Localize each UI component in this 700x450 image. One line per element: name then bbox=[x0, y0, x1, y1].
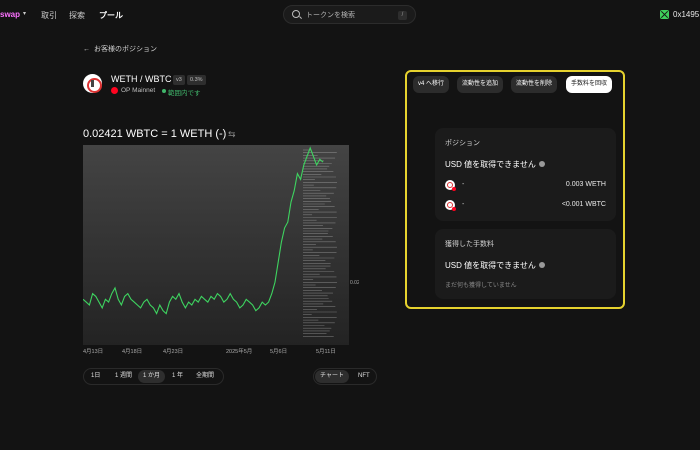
x-tick-label: 5月11日 bbox=[316, 349, 336, 355]
network-label: OP Mainnet bbox=[121, 87, 156, 94]
chart-view-button[interactable]: チャート bbox=[315, 370, 349, 383]
brand-logo[interactable]: swap bbox=[0, 10, 20, 19]
x-tick-label: 2025年5月 bbox=[226, 349, 253, 355]
remove-liquidity-button[interactable]: 流動性を削除 bbox=[511, 76, 558, 93]
price-text: 0.02421 WBTC = 1 WETH bbox=[83, 128, 213, 140]
fee-badge: 0.3% bbox=[187, 75, 206, 85]
wallet-avatar-icon[interactable] bbox=[660, 10, 669, 19]
pool-pair-title: WETH / WBTC bbox=[111, 74, 172, 84]
nav-pool[interactable]: プール bbox=[99, 10, 123, 21]
migrate-v4-button[interactable]: v4 へ移行 bbox=[413, 76, 450, 93]
wallet-address[interactable]: 0x1495... bbox=[673, 10, 700, 19]
nft-view-button[interactable]: NFT bbox=[353, 370, 375, 383]
y-marker-label: 0.02 bbox=[350, 280, 359, 286]
x-tick-label: 4月13日 bbox=[83, 349, 104, 355]
back-label: お客様のポジション bbox=[94, 46, 157, 53]
range-all-button[interactable]: 全期間 bbox=[191, 370, 219, 383]
position-card: ポジション USD 値を取得できません - 0.003 WETH - <0.00… bbox=[435, 128, 616, 221]
pool-token-logo bbox=[83, 74, 102, 93]
brand-menu-caret-icon[interactable]: ▾ bbox=[23, 10, 26, 17]
search-icon bbox=[292, 10, 300, 18]
price-readout: 0.02421 WBTC = 1 WETH (-) bbox=[83, 128, 226, 140]
version-badge: v3 bbox=[173, 75, 185, 85]
price-chart[interactable]: 0.02 bbox=[83, 145, 359, 345]
nav-explore[interactable]: 探索 bbox=[69, 10, 85, 21]
back-to-positions-link[interactable]: ← お客様のポジション bbox=[83, 44, 157, 54]
x-tick-label: 5月6日 bbox=[270, 349, 288, 355]
range-1m-button[interactable]: 1 か月 bbox=[138, 370, 166, 383]
search-bar[interactable]: / bbox=[283, 5, 416, 24]
info-icon[interactable] bbox=[539, 161, 545, 167]
token-label: - bbox=[462, 201, 465, 208]
wbtc-token-icon bbox=[445, 200, 456, 211]
nav-trade[interactable]: 取引 bbox=[41, 10, 57, 21]
wbtc-amount: <0.001 WBTC bbox=[561, 201, 606, 208]
collect-fees-button[interactable]: 手数料を回収 bbox=[566, 76, 613, 93]
range-1y-button[interactable]: 1 年 bbox=[167, 370, 188, 383]
search-input[interactable] bbox=[306, 9, 391, 21]
x-tick-label: 4月23日 bbox=[163, 349, 184, 355]
x-tick-label: 4月18日 bbox=[122, 349, 143, 355]
fees-empty-note: まだ何も獲得していません bbox=[445, 283, 517, 289]
position-usd-value: USD 値を取得できません bbox=[445, 160, 536, 169]
optimism-network-icon bbox=[111, 87, 118, 94]
weth-token-icon bbox=[445, 180, 456, 191]
top-nav: swap ▾ 取引 探索 プール / 0x1495... bbox=[0, 0, 700, 30]
search-shortcut-key: / bbox=[398, 11, 407, 20]
arrow-left-icon: ← bbox=[83, 46, 90, 53]
weth-amount: 0.003 WETH bbox=[565, 181, 606, 188]
info-icon[interactable] bbox=[539, 262, 545, 268]
in-range-dot-icon bbox=[162, 89, 166, 93]
fees-card: 獲得した手数料 USD 値を取得できません まだ何も獲得していません bbox=[435, 229, 616, 299]
range-status: 範囲内です bbox=[168, 90, 201, 97]
range-1w-button[interactable]: 1 週間 bbox=[110, 370, 137, 383]
invert-price-icon[interactable]: ⇆ bbox=[228, 129, 236, 140]
fees-usd-value: USD 値を取得できません bbox=[445, 261, 536, 270]
position-card-title: ポジション bbox=[445, 140, 480, 147]
add-liquidity-button[interactable]: 流動性を追加 bbox=[457, 76, 504, 93]
fees-card-title: 獲得した手数料 bbox=[445, 241, 494, 248]
token-label: - bbox=[462, 181, 465, 188]
price-change: (-) bbox=[215, 128, 227, 140]
range-1d-button[interactable]: 1日 bbox=[86, 370, 105, 383]
